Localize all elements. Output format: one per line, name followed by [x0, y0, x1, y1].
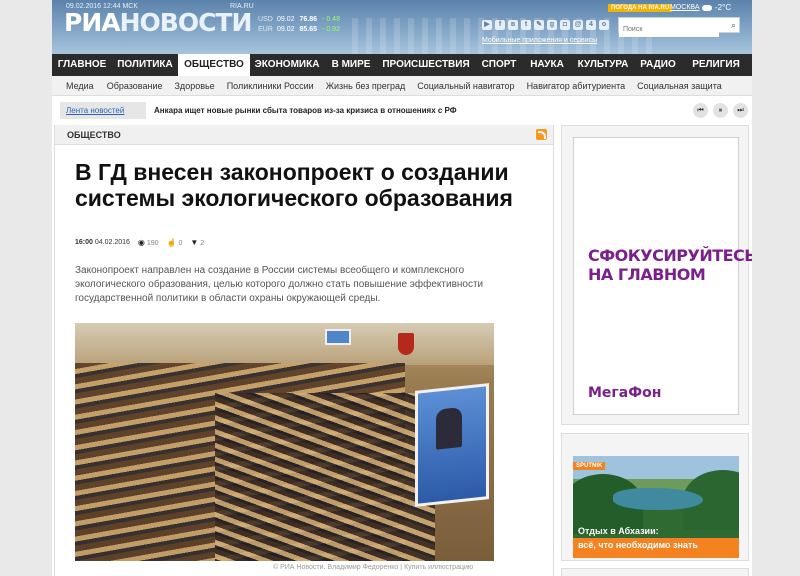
googleplus-icon[interactable]: g: [547, 20, 557, 30]
article-date: 04.02.2016: [94, 239, 130, 246]
facebook-icon[interactable]: f: [495, 20, 505, 30]
odnoklassniki-icon[interactable]: о: [599, 20, 609, 30]
instagram-icon[interactable]: ◘: [560, 20, 570, 30]
logo-novosti-text: НОВОСТИ: [119, 8, 253, 37]
livejournal-icon[interactable]: ✎: [534, 20, 544, 30]
search-icon[interactable]: ⌕: [731, 20, 736, 31]
news-feed-link[interactable]: Лента новостей: [60, 102, 146, 119]
photo-small-screen: [325, 329, 351, 345]
eye-icon: ◉: [137, 238, 145, 247]
rate-change: - 0.48: [322, 16, 340, 23]
article-lead: Законопроект направлен на создание в Рос…: [75, 265, 484, 304]
subnav-item-media[interactable]: Медиа: [66, 76, 94, 95]
twitter-icon[interactable]: t: [521, 20, 531, 30]
nav-item-religiya[interactable]: РЕЛИГИЯ: [680, 54, 752, 76]
currency-rates: USD 09.02 76.86 - 0.48 EUR 09.02 85.65 -…: [258, 15, 340, 35]
ticker-prev-icon[interactable]: ⏮: [693, 103, 708, 118]
subnav-item-sotsialny-navigator[interactable]: Социальный навигатор: [417, 76, 514, 95]
article-time: 16:00: [75, 239, 93, 246]
sub-nav: Медиа Образование Здоровье Поликлиники Р…: [52, 76, 752, 96]
comment-icon[interactable]: ▼: [190, 238, 198, 247]
megafon-ad-slogan: СФОКУСИРУЙТЕСЬ НА ГЛАВНОМ: [588, 246, 752, 284]
search-box: ⌕: [618, 17, 740, 37]
rate-row-usd: USD 09.02 76.86 - 0.48: [258, 15, 340, 25]
nav-item-sport[interactable]: СПОРТ: [474, 54, 524, 76]
article: ОБЩЕСТВО В ГД внесен законопроект о созд…: [54, 125, 554, 576]
views-count: 190: [146, 240, 159, 247]
mail-icon[interactable]: @: [573, 20, 583, 30]
vk-icon[interactable]: в: [508, 20, 518, 30]
nav-item-radio[interactable]: РАДИО: [636, 54, 680, 76]
rate-date: 09.02: [277, 26, 295, 33]
rate-value: 85.65: [299, 26, 318, 33]
nav-item-v-mire[interactable]: В МИРЕ: [324, 54, 378, 76]
cloud-icon: [702, 4, 712, 11]
rate-currency: EUR: [258, 26, 273, 33]
megafon-ad-banner: СФОКУСИРУЙТЕСЬ НА ГЛАВНОМ МегаФон: [573, 137, 752, 415]
article-meta: 16:00 04.02.2016 ◉ 190 ☝ 0 ▼ 2: [75, 238, 204, 247]
photo-credit: © РИА Новости. Владимир Федоренко: [273, 564, 399, 571]
nav-item-glavnoe[interactable]: ГЛАВНОЕ: [52, 54, 112, 76]
subnav-item-sotsialnaya-zashchita[interactable]: Социальная защита: [637, 76, 722, 95]
site-header: 09.02.2016 12:44 МСК РИАНОВОСТИ RIA.RU U…: [52, 0, 752, 54]
rate-currency: USD: [258, 16, 273, 23]
photo-seat-rows-2: [215, 393, 435, 561]
ad-lake: [613, 488, 703, 510]
rate-change: - 0.92: [322, 26, 340, 33]
logo-ria-text: РИА: [64, 8, 121, 37]
weather-widget[interactable]: -2°C: [702, 3, 731, 12]
rate-date: 09.02: [277, 16, 295, 23]
rate-row-eur: EUR 09.02 85.65 - 0.92: [258, 25, 340, 35]
section-header: ОБЩЕСТВО: [55, 125, 553, 145]
ticker-headline[interactable]: Анкара ищет новые рынки сбыта товаров из…: [154, 102, 457, 119]
weather-button[interactable]: ПОГОДА НА RIA.RU: [608, 4, 673, 12]
sputnik-badge: SPUTNIK: [573, 462, 606, 470]
nav-item-nauka[interactable]: НАУКА: [524, 54, 570, 76]
ria-logo[interactable]: РИАНОВОСТИ: [64, 8, 253, 37]
article-title: В ГД внесен законопроект о создании сист…: [75, 159, 513, 211]
megafon-ad[interactable]: СФОКУСИРУЙТЕСЬ НА ГЛАВНОМ МегаФон: [561, 125, 752, 425]
rate-value: 76.86: [299, 16, 318, 23]
section-title[interactable]: ОБЩЕСТВО: [67, 125, 121, 145]
subnav-item-polikliniki[interactable]: Поликлиники России: [227, 76, 314, 95]
city-link[interactable]: МОСКВА: [670, 4, 700, 11]
nav-item-kultura[interactable]: КУЛЬТУРА: [570, 54, 636, 76]
temperature: -2°C: [715, 3, 732, 12]
sputnik-ad[interactable]: SPUTNIK Отдых в Абхазии: всё, что необхо…: [561, 433, 749, 561]
subnav-item-zhizn-bez-pregrad[interactable]: Жизнь без преград: [326, 76, 406, 95]
search-input[interactable]: [619, 22, 719, 37]
subnav-item-obrazovanie[interactable]: Образование: [107, 76, 163, 95]
nav-item-obshchestvo[interactable]: ОБЩЕСТВО: [178, 54, 250, 76]
megafon-logo: МегаФон: [588, 385, 662, 401]
photo-screen: [415, 383, 489, 507]
foursquare-icon[interactable]: 4: [586, 20, 596, 30]
logo-domain: RIA.RU: [230, 3, 254, 10]
sputnik-ad-cta: Отдых в Абхазии: всё, что необходимо зна…: [573, 526, 739, 558]
nav-item-ekonomika[interactable]: ЭКОНОМИКА: [250, 54, 324, 76]
ad-cta-line2: всё, что необходимо знать: [578, 540, 698, 550]
nav-item-politika[interactable]: ПОЛИТИКА: [112, 54, 178, 76]
youtube-icon[interactable]: ▶: [482, 20, 492, 30]
photo-wall: [75, 323, 494, 365]
sidebar-block-bottom: [561, 568, 749, 576]
subnav-item-zdorovye[interactable]: Здоровье: [175, 76, 215, 95]
ad-cta-line1: Отдых в Абхазии:: [578, 526, 659, 536]
news-ticker: Лента новостей Анкара ищет новые рынки с…: [52, 100, 752, 122]
likes-count: 0: [178, 240, 183, 247]
photo-emblem: [398, 333, 414, 355]
thumbs-up-icon[interactable]: ☝: [167, 238, 177, 247]
article-photo[interactable]: [75, 323, 494, 561]
page: 09.02.2016 12:44 МСК РИАНОВОСТИ RIA.RU U…: [52, 0, 752, 576]
mobile-apps-link[interactable]: Мобильные приложения и сервисы: [482, 37, 597, 44]
subnav-item-navigator-abiturienta[interactable]: Навигатор абитуриента: [527, 76, 626, 95]
buy-illustration-link[interactable]: Купить иллюстрацию: [404, 564, 473, 571]
main-nav: ГЛАВНОЕ ПОЛИТИКА ОБЩЕСТВО ЭКОНОМИКА В МИ…: [52, 54, 752, 76]
social-icons: ▶ f в t ✎ g ◘ @ 4 о: [482, 20, 609, 30]
nav-item-proisshestviya[interactable]: ПРОИСШЕСТВИЯ: [378, 54, 474, 76]
comments-count: 2: [200, 240, 205, 247]
ticker-next-icon[interactable]: ⏭: [733, 103, 748, 118]
ticker-pause-icon[interactable]: ⏸: [713, 103, 728, 118]
photo-caption: © РИА Новости. Владимир Федоренко | Купи…: [273, 564, 474, 571]
rss-icon[interactable]: [536, 129, 547, 140]
